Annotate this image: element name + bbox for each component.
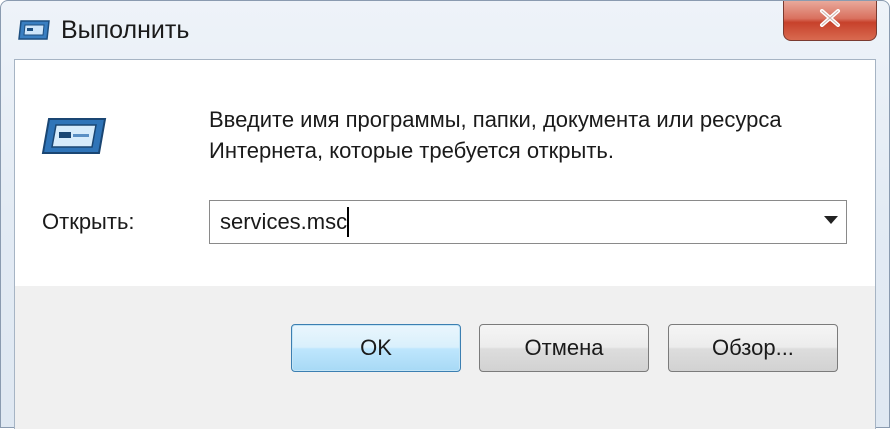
browse-button[interactable]: Обзор...: [668, 324, 838, 372]
open-input[interactable]: [210, 201, 810, 243]
chevron-down-icon[interactable]: [824, 216, 838, 224]
window-title: Выполнить: [61, 16, 190, 44]
run-dialog-window: Выполнить Введите имя программы, папки,: [0, 0, 890, 429]
dialog-content-area: Введите имя программы, папки, документа …: [15, 60, 875, 286]
ok-button[interactable]: OK: [291, 324, 461, 372]
run-dialog-icon: [17, 19, 51, 41]
open-combobox[interactable]: [209, 200, 847, 244]
cancel-button[interactable]: Отмена: [479, 324, 649, 372]
open-label: Открыть:: [42, 209, 135, 234]
dialog-body: Введите имя программы, папки, документа …: [14, 59, 876, 429]
run-app-icon: [41, 116, 107, 156]
text-caret: [347, 207, 349, 237]
dialog-description: Введите имя программы, папки, документа …: [209, 107, 782, 163]
title-bar[interactable]: Выполнить: [1, 1, 889, 59]
close-button[interactable]: [783, 1, 877, 41]
close-icon: [819, 9, 841, 32]
